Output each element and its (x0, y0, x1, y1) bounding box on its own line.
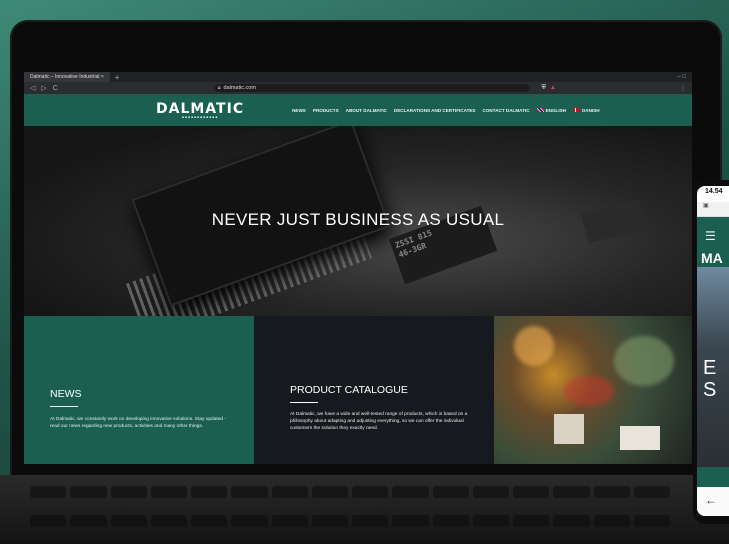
uk-flag-icon (536, 108, 544, 113)
lock-icon: 🔒︎ (217, 85, 221, 91)
keyboard-keys (30, 486, 670, 540)
browser-tab-bar: Dalmatic – Innovative Industrial × + – □ (24, 72, 692, 82)
phone-hero-image: E S (697, 267, 729, 467)
nav-danish-label: DANISH (581, 107, 600, 113)
back-button[interactable]: ◁ (30, 84, 35, 92)
photo-blob (614, 336, 674, 386)
nav-about[interactable]: ABOUT DALMATIC (346, 108, 387, 113)
new-tab-button[interactable]: + (115, 73, 120, 82)
news-title: NEWS (50, 388, 82, 400)
photo-component (554, 414, 584, 444)
catalogue-panel[interactable]: PRODUCT CATALOGUE At Dalmatic, we have a… (254, 316, 494, 464)
electronics-photo (494, 316, 692, 464)
phone: 14.54 ▣ ☰ MA E S ← (693, 180, 729, 524)
triangle-icon[interactable]: ▲ (550, 85, 556, 92)
nav-english-label: ENGLISH (545, 107, 566, 113)
nav-products[interactable]: PRODUCTS (313, 108, 339, 113)
browser-tab[interactable]: Dalmatic – Innovative Industrial × (24, 72, 110, 82)
phone-screen: 14.54 ▣ ☰ MA E S ← (697, 186, 729, 516)
phone-logo: MA (697, 249, 729, 267)
phone-time: 14.54 (705, 188, 723, 195)
site-logo[interactable]: DALMATIC ▪▪▪▪▪▪▪▪▪▪▪▪ (156, 102, 244, 119)
site-navigation: DALMATIC ▪▪▪▪▪▪▪▪▪▪▪▪ NEWS PRODUCTS ABOU… (24, 94, 692, 126)
catalogue-text: At Dalmatic, we have a wide and well-tes… (290, 412, 468, 431)
laptop-screen: Dalmatic – Innovative Industrial × + – □… (24, 72, 692, 464)
photo-blob (564, 376, 614, 406)
nav-english[interactable]: ENGLISH (536, 107, 566, 113)
phone-back-button[interactable]: ← (697, 487, 729, 516)
url-text: dalmatic.com (223, 85, 256, 91)
phone-green-bar (697, 467, 729, 487)
browser-toolbar: ◁ ▷ C 🔒︎ dalmatic.com ⛨ ▲ ⋮ (24, 82, 692, 94)
window-controls[interactable]: – □ (677, 74, 686, 80)
nav-contact[interactable]: CONTACT DALMATIC (483, 108, 530, 113)
extensions: ⛨ ▲ ⋮ (542, 85, 686, 92)
hero-title: NEVER JUST BUSINESS AS USUAL (211, 210, 505, 229)
phone-translate-icon[interactable]: ▣ (697, 202, 729, 217)
content-panels: NEWS At Dalmatic, we constantly work on … (24, 316, 692, 464)
nav-danish[interactable]: DANISH (572, 107, 600, 113)
laptop: Dalmatic – Innovative Industrial × + – □… (0, 0, 729, 544)
tab-title: Dalmatic – Innovative Industrial × (30, 74, 104, 80)
nav-news[interactable]: NEWS (292, 108, 306, 113)
news-text: At Dalmatic, we constantly work on devel… (50, 417, 226, 429)
phone-hero-text: E S (703, 357, 717, 401)
address-bar[interactable]: 🔒︎ dalmatic.com (213, 84, 530, 92)
phone-menu-icon[interactable]: ☰ (697, 217, 729, 249)
hero-banner: ZSSI 815 46-3GR NEVER JUST BUSINESS AS U… (24, 126, 692, 316)
catalogue-divider (290, 402, 318, 403)
forward-button[interactable]: ▷ (41, 84, 46, 92)
menu-icon[interactable]: ⋮ (680, 85, 686, 92)
nav-links: NEWS PRODUCTS ABOUT DALMATIC DECLARATION… (292, 108, 600, 113)
photo-blob (514, 326, 554, 366)
reload-button[interactable]: C (53, 85, 58, 92)
shield-icon[interactable]: ⛨ (542, 85, 547, 92)
news-panel[interactable]: NEWS At Dalmatic, we constantly work on … (24, 316, 254, 464)
news-divider (50, 406, 78, 407)
dk-flag-icon (572, 108, 580, 113)
photo-component (620, 426, 660, 450)
nav-declarations[interactable]: DECLARATIONS AND CERTIFICATES (394, 108, 476, 113)
catalogue-title: PRODUCT CATALOGUE (290, 384, 408, 396)
